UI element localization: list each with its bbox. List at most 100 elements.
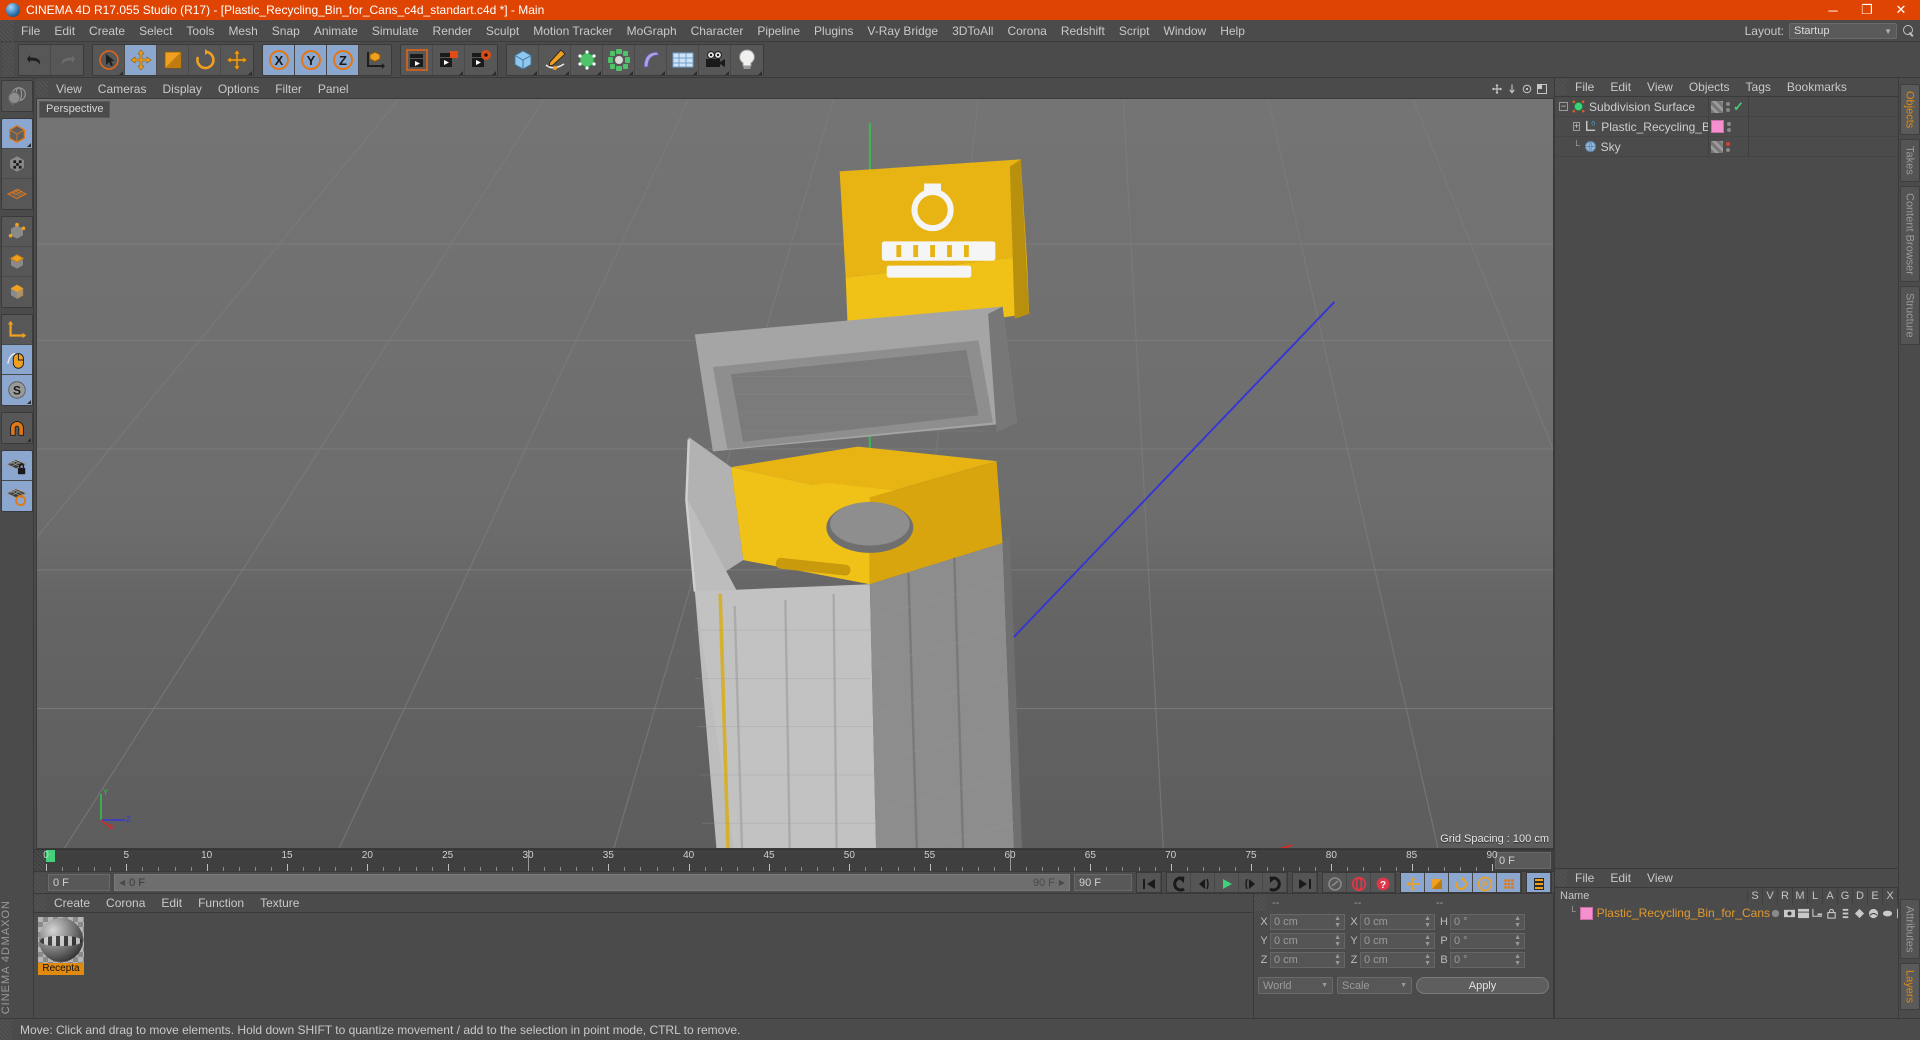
add-nurbs-object[interactable] xyxy=(571,44,603,75)
layer-menu-edit[interactable]: Edit xyxy=(1602,869,1639,887)
go-to-next-frame-button[interactable] xyxy=(1239,873,1263,892)
render-visibility-dot[interactable] xyxy=(1727,127,1731,132)
snap-magnet-button[interactable] xyxy=(1,413,32,443)
undo-view-button[interactable] xyxy=(1,81,32,111)
timeline-ruler[interactable]: 051015202530354045505560657075808590 xyxy=(43,850,1498,871)
points-mode-button[interactable] xyxy=(1,217,32,247)
coord-field-size-y[interactable]: 0 cm ▲ ▼ xyxy=(1360,933,1435,949)
add-spline-object[interactable] xyxy=(539,44,571,75)
keyframe-selection-button[interactable]: ? xyxy=(1371,873,1395,892)
layer-column-m[interactable]: M xyxy=(1793,887,1808,905)
material-menu-corona[interactable]: Corona xyxy=(98,894,153,912)
stepper-icon[interactable]: ▲ ▼ xyxy=(1334,915,1341,929)
object-menu-edit[interactable]: Edit xyxy=(1602,78,1639,96)
polygons-mode-button[interactable] xyxy=(1,277,32,307)
menu-motion-tracker[interactable]: Motion Tracker xyxy=(526,20,619,42)
menu-mesh[interactable]: Mesh xyxy=(221,20,264,42)
stepper-icon[interactable]: ▲ ▼ xyxy=(1334,934,1341,948)
menu-redshift[interactable]: Redshift xyxy=(1054,20,1112,42)
editor-visibility-dot[interactable] xyxy=(1726,101,1730,106)
add-array-object[interactable] xyxy=(603,44,635,75)
viewport-solo-button[interactable]: S xyxy=(1,375,32,405)
stepper-icon[interactable]: ▲ ▼ xyxy=(1424,953,1431,967)
coordinate-system-dropdown[interactable]: World ▼ xyxy=(1258,977,1333,994)
live-selection-tool[interactable] xyxy=(93,44,125,75)
add-cube-object[interactable] xyxy=(507,44,539,75)
menu-v-ray-bridge[interactable]: V-Ray Bridge xyxy=(860,20,945,42)
coord-field-position-y[interactable]: 0 cm ▲ ▼ xyxy=(1270,933,1345,949)
object-row[interactable]: └ Sky xyxy=(1555,136,1898,157)
placeholder-tag-icon[interactable] xyxy=(1711,100,1723,113)
redo-button[interactable] xyxy=(51,44,83,75)
menu-simulate[interactable]: Simulate xyxy=(365,20,426,42)
apply-button[interactable]: Apply xyxy=(1416,977,1549,994)
add-light-object[interactable] xyxy=(731,44,763,75)
viewport-menu-filter[interactable]: Filter xyxy=(267,80,310,98)
object-menu-view[interactable]: View xyxy=(1639,78,1681,96)
object-tree[interactable]: − Subdivision Surface ✓ +0 Plastic_Recycling… xyxy=(1555,96,1898,868)
animbar-grip[interactable] xyxy=(34,872,46,893)
editor-visibility-dot[interactable] xyxy=(1726,141,1730,146)
workplane-lock-button[interactable] xyxy=(1,451,32,481)
vtab-structure[interactable]: Structure xyxy=(1899,285,1920,345)
stepper-icon[interactable]: ▲ ▼ xyxy=(1514,934,1521,948)
move-view-icon[interactable] xyxy=(1491,83,1503,95)
enable-axis-modification-button[interactable] xyxy=(1,345,32,375)
close-button[interactable]: ✕ xyxy=(1884,0,1918,20)
param-key-button[interactable]: P xyxy=(1473,873,1497,892)
vtab-attributes[interactable]: Attributes xyxy=(1899,898,1920,959)
menu-character[interactable]: Character xyxy=(684,20,751,42)
layout-dropdown[interactable]: Startup ▼ xyxy=(1789,23,1897,39)
expand-icon[interactable]: + xyxy=(1573,122,1581,131)
coord-field-rotation-p[interactable]: 0 ° ▲ ▼ xyxy=(1450,933,1525,949)
world-object-coordinates[interactable] xyxy=(359,44,391,75)
polygon-mode-button[interactable] xyxy=(1,179,32,209)
collapse-icon[interactable]: − xyxy=(1559,102,1568,111)
timeline-button[interactable] xyxy=(1527,873,1551,892)
stepper-icon[interactable]: ▲ ▼ xyxy=(1424,915,1431,929)
menu-mograph[interactable]: MoGraph xyxy=(620,20,684,42)
coord-field-rotation-h[interactable]: 0 ° ▲ ▼ xyxy=(1450,914,1525,930)
layer-column-e[interactable]: E xyxy=(1868,887,1883,905)
object-menu-bookmarks[interactable]: Bookmarks xyxy=(1779,78,1855,96)
edges-mode-button[interactable] xyxy=(1,247,32,277)
menu-edit[interactable]: Edit xyxy=(47,20,82,42)
toolbar-grip[interactable] xyxy=(2,42,14,77)
coord-field-position-z[interactable]: 0 cm ▲ ▼ xyxy=(1270,952,1345,968)
layer-column-r[interactable]: R xyxy=(1778,887,1793,905)
generator-icon[interactable] xyxy=(1854,908,1865,919)
layer-column-x[interactable]: X xyxy=(1883,887,1898,905)
undo-button[interactable] xyxy=(19,44,51,75)
position-key-button[interactable] xyxy=(1401,873,1425,892)
object-row[interactable]: +0 Plastic_Recycling_Bin_for_Cans xyxy=(1555,116,1898,137)
rotate-view-icon[interactable] xyxy=(1521,83,1533,95)
material-item[interactable]: Recepta xyxy=(38,917,84,975)
render-settings-button[interactable] xyxy=(465,44,497,75)
viewport-3d[interactable]: Perspective Y Z X Grid Spacing: 100 cm xyxy=(36,98,1554,849)
viewport-menu-cameras[interactable]: Cameras xyxy=(90,80,155,98)
lock-x-axis[interactable]: X xyxy=(263,44,295,75)
menu-script[interactable]: Script xyxy=(1112,20,1157,42)
menu-help[interactable]: Help xyxy=(1213,20,1252,42)
pla-key-button[interactable] xyxy=(1497,873,1521,892)
add-camera-object[interactable] xyxy=(699,44,731,75)
layer-column-v[interactable]: V xyxy=(1763,887,1778,905)
visibility-dots[interactable] xyxy=(1726,141,1730,152)
menu-select[interactable]: Select xyxy=(132,20,179,42)
vtab-objects[interactable]: Objects xyxy=(1899,84,1920,136)
menu-sculpt[interactable]: Sculpt xyxy=(479,20,526,42)
placeholder-tag-icon[interactable] xyxy=(1711,140,1723,153)
material-manager-grip[interactable] xyxy=(34,895,46,911)
layer-row[interactable]: └ Plastic_Recycling_Bin_for_Cans xyxy=(1555,904,1905,922)
layer-column-a[interactable]: A xyxy=(1823,887,1838,905)
add-scene-object[interactable] xyxy=(667,44,699,75)
coord-field-size-z[interactable]: 0 cm ▲ ▼ xyxy=(1360,952,1435,968)
material-menu-texture[interactable]: Texture xyxy=(252,894,307,912)
menu-snap[interactable]: Snap xyxy=(265,20,307,42)
object-manager-grip[interactable] xyxy=(1555,79,1567,95)
menu-3dtoall[interactable]: 3DToAll xyxy=(945,20,1000,42)
play-button[interactable] xyxy=(1215,873,1239,892)
coordinate-manager-grip[interactable] xyxy=(1254,895,1266,911)
vtab-layers[interactable]: Layers xyxy=(1899,962,1920,1010)
material-list[interactable]: Recepta xyxy=(34,912,1253,1018)
